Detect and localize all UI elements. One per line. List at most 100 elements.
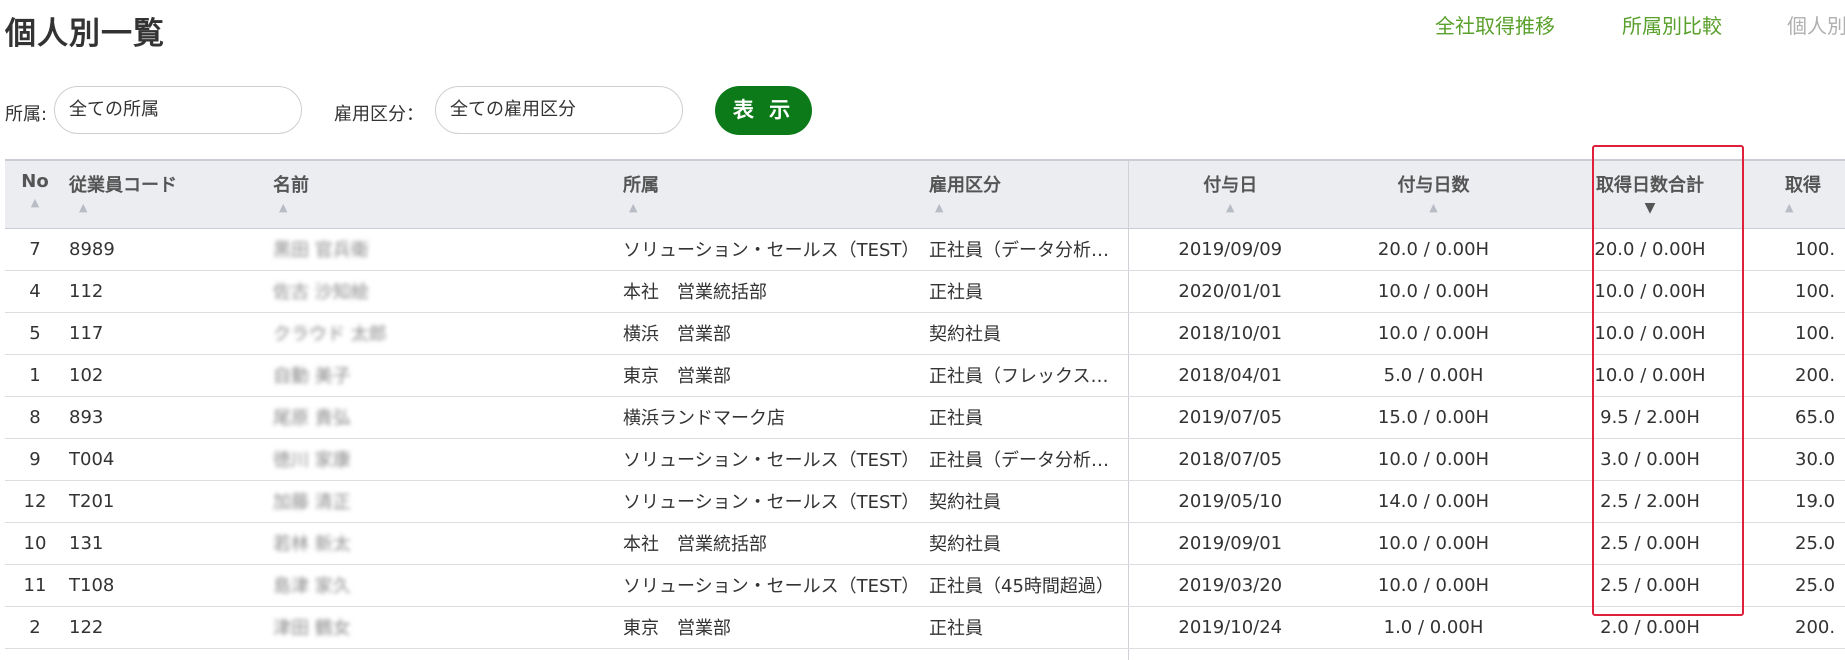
cell-taken-total: 10.0 / 0.00H (1535, 354, 1765, 397)
blurred-name: 佐古 沙知絵 (273, 282, 369, 303)
table-row[interactable]: 11 T108 島津 家久 ソリューション・セールス（TEST） 正社員（45時… (5, 564, 1845, 607)
col-header-taken[interactable]: 取得 ▲ (1765, 159, 1845, 229)
cell-dept: ソリューション・セールス（TEST） (619, 438, 925, 481)
cell-emp-type: 正社員（データ分析用… (925, 228, 1129, 271)
cell-grant-days: 1.0 / 0.00H (1332, 606, 1535, 649)
table-row[interactable]: 8 893 尾原 貴弘 横浜ランドマーク店 正社員 2019/07/05 15.… (5, 396, 1845, 439)
cell-name: クラウド 太郎 (269, 312, 619, 355)
cell-name: 佐古 沙知絵 (269, 270, 619, 313)
table-row[interactable]: 7 8989 黒田 官兵衛 ソリューション・セールス（TEST） 正社員（データ… (5, 228, 1845, 271)
cell-dept: 横浜ランドマーク店 (619, 396, 925, 439)
table-row[interactable]: 4 112 佐古 沙知絵 本社 営業統括部 正社員 2020/01/01 10.… (5, 270, 1845, 313)
cell-taken: 100. (1765, 228, 1845, 271)
cell-taken: 30.0 (1765, 438, 1845, 481)
table-row[interactable]: 10 131 若林 新太 本社 営業統括部 契約社員 2019/09/01 10… (5, 522, 1845, 565)
cell-taken: 19.0 (1765, 480, 1845, 523)
cell-name: 若林 新太 (269, 522, 619, 565)
cell-dept: 東京 営業部 (619, 354, 925, 397)
cell-taken-total: 2.5 / 0.00H (1535, 522, 1765, 565)
cell-dept: 本社 営業統括部 (619, 522, 925, 565)
cell-grant-date: 2019/09/09 (1128, 228, 1332, 271)
blurred-name: クラウド 太郎 (273, 324, 387, 345)
dept-filter-label: 所属: (5, 104, 48, 125)
page-title: 個人別一覧 (5, 16, 165, 52)
cell-grant-date: 2018/10/01 (1128, 312, 1332, 355)
nav-company-trend[interactable]: 全社取得推移 (1435, 10, 1555, 39)
cell-no: 8 (5, 396, 65, 439)
cell-code: 8989 (65, 228, 269, 271)
cell-dept: ソリューション・セールス（TEST） (619, 564, 925, 607)
cell-emp-type: 契約社員 (925, 522, 1129, 565)
sort-arrow-icon: ▲ (30, 196, 40, 209)
col-header-emp-type[interactable]: 雇用区分 ▲ (925, 159, 1129, 229)
cell-emp-type: 正社員（データ分析用… (925, 438, 1129, 481)
table-header-row: No ▲ 従業員コード ▲ 名前 ▲ 所属 ▲ 雇用区分 ▲ 付与日 ▲ 付与日数 ▲ 取得日… (5, 159, 1845, 229)
cell-taken: 25.0 (1765, 522, 1845, 565)
cell-taken: 65.0 (1765, 396, 1845, 439)
table-row[interactable]: 9 T004 徳川 家康 ソリューション・セールス（TEST） 正社員（データ分… (5, 438, 1845, 481)
col-header-name[interactable]: 名前 ▲ (269, 159, 619, 229)
col-header-no[interactable]: No ▲ (5, 159, 65, 229)
cell-grant-days: 10.0 / 0.00H (1332, 564, 1535, 607)
cell-name: 自動 美子 (269, 354, 619, 397)
cell-grant-date: 2018/07/05 (1128, 438, 1332, 481)
sort-arrow-icon: ▲ (1226, 201, 1235, 214)
blurred-name: 尾原 貴弘 (273, 408, 351, 429)
cell-no: 2 (5, 606, 65, 649)
cell-no: 4 (5, 270, 65, 313)
sort-arrow-icon: ▲ (1785, 201, 1794, 214)
col-header-taken-total[interactable]: 取得日数合計 ▼ (1535, 159, 1765, 229)
cell-taken-total: 2.0 / 0.00H (1535, 606, 1765, 649)
nav-individual[interactable]: 個人別 (1787, 10, 1845, 39)
sort-arrow-icon: ▲ (279, 201, 288, 214)
sort-arrow-icon: ▲ (1429, 201, 1438, 214)
cell-name: 黒田 官兵衛 (269, 228, 619, 271)
cell-code: 102 (65, 354, 269, 397)
cell-no: 11 (5, 564, 65, 607)
table-row[interactable]: 1 102 自動 美子 東京 営業部 正社員（フレックス制… 2018/04/0… (5, 354, 1845, 397)
col-header-code[interactable]: 従業員コード ▲ (65, 159, 269, 229)
table-row[interactable]: 12 T201 加藤 清正 ソリューション・セールス（TEST） 契約社員 20… (5, 480, 1845, 523)
blurred-name: 加藤 清正 (273, 492, 351, 513)
employee-table: No ▲ 従業員コード ▲ 名前 ▲ 所属 ▲ 雇用区分 ▲ 付与日 ▲ 付与日数 ▲ 取得日… (5, 159, 1845, 660)
cell-taken: 200. (1765, 354, 1845, 397)
cell-emp-type: 契約社員 (925, 312, 1129, 355)
nav-dept-compare[interactable]: 所属別比較 (1622, 10, 1722, 39)
cell-emp-type: 正社員 (925, 606, 1129, 649)
cell-grant-date: 2019/07/05 (1128, 396, 1332, 439)
cell-dept: ソリューション・セールス（TEST） (619, 480, 925, 523)
cell-no: 9 (5, 438, 65, 481)
cell-emp-type: 正社員（45時間超過） (925, 564, 1129, 607)
table-row[interactable]: 5 117 クラウド 太郎 横浜 営業部 契約社員 2018/10/01 10.… (5, 312, 1845, 355)
sort-arrow-icon: ▲ (935, 201, 944, 214)
cell-grant-days: 10.0 / 0.00H (1332, 522, 1535, 565)
cell-no: 7 (5, 228, 65, 271)
cell-code: 122 (65, 606, 269, 649)
table-row[interactable]: 2 122 津田 鶴女 東京 営業部 正社員 2019/10/24 1.0 / … (5, 606, 1845, 649)
cell-taken: 25.0 (1765, 564, 1845, 607)
dept-filter-select[interactable]: 全ての所属 (54, 86, 302, 134)
sort-desc-icon: ▼ (1644, 200, 1656, 216)
cell-grant-date: 2019/10/24 (1128, 606, 1332, 649)
cell-taken: 100. (1765, 312, 1845, 355)
cell-name: 加藤 清正 (269, 480, 619, 523)
emp-type-filter-select[interactable]: 全ての雇用区分 (435, 86, 683, 134)
cell-grant-days: 15.0 / 0.00H (1332, 396, 1535, 439)
cell-grant-days: 5.0 / 0.00H (1332, 354, 1535, 397)
cell-taken-total: 10.0 / 0.00H (1535, 270, 1765, 313)
col-header-grant-days[interactable]: 付与日数 ▲ (1332, 159, 1535, 229)
col-header-grant-date[interactable]: 付与日 ▲ (1128, 159, 1332, 229)
cell-grant-date: 2019/03/20 (1128, 564, 1332, 607)
cell-taken-total: 20.0 / 0.00H (1535, 228, 1765, 271)
show-button[interactable]: 表 示 (715, 86, 812, 135)
blurred-name: 黒田 官兵衛 (273, 240, 369, 261)
blurred-name: 若林 新太 (273, 534, 351, 555)
cell-grant-days: 10.0 / 0.00H (1332, 438, 1535, 481)
cell-grant-date: 2019/09/01 (1128, 522, 1332, 565)
cell-emp-type: 正社員 (925, 270, 1129, 313)
cell-code: 131 (65, 522, 269, 565)
blurred-name: 自動 美子 (273, 366, 351, 387)
col-header-dept[interactable]: 所属 ▲ (619, 159, 925, 229)
cell-grant-days: 10.0 / 0.00H (1332, 312, 1535, 355)
cell-name: 徳川 家康 (269, 438, 619, 481)
